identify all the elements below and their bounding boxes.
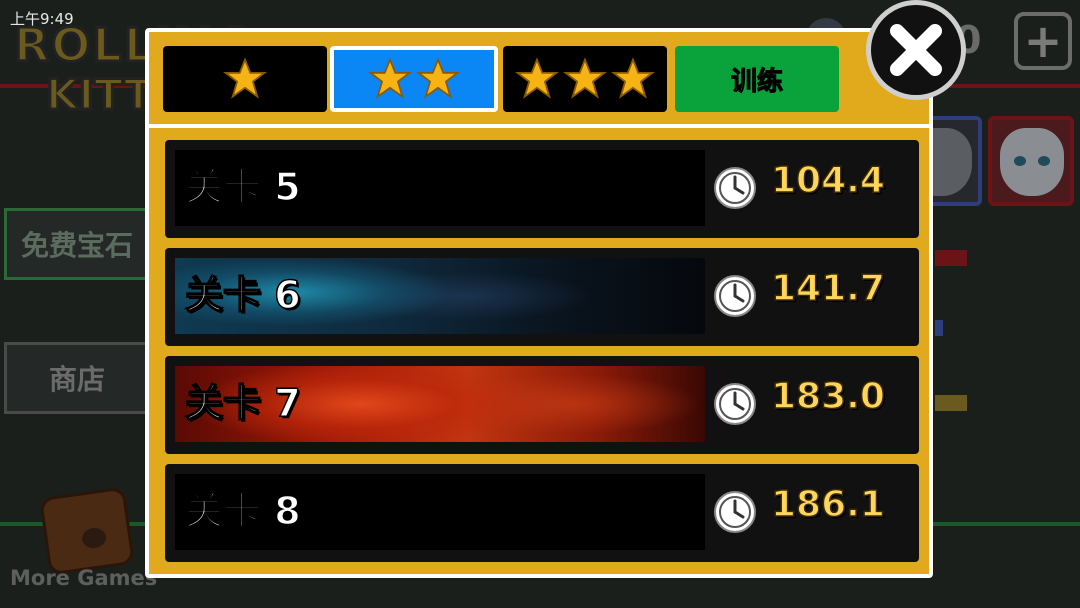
star-icon bbox=[515, 57, 559, 99]
star-icon bbox=[223, 57, 267, 99]
level-row[interactable]: 关卡 7 183.0 bbox=[165, 356, 919, 454]
status-time: 上午9:49 bbox=[10, 10, 74, 28]
tab-one-star[interactable] bbox=[163, 46, 327, 112]
stat-bar-blue bbox=[935, 320, 943, 336]
level-name: 关卡 7 bbox=[184, 380, 301, 426]
star-icon bbox=[416, 57, 460, 99]
plus-icon[interactable]: + bbox=[1014, 12, 1072, 70]
level-name: 关卡 6 bbox=[184, 272, 301, 318]
cat-eye-left bbox=[1014, 156, 1026, 166]
star-icon bbox=[611, 57, 655, 99]
star-icon bbox=[563, 57, 607, 99]
tab-two-star[interactable] bbox=[330, 46, 498, 112]
more-games-icon bbox=[38, 486, 136, 576]
free-gems-button[interactable]: 免费宝石 bbox=[4, 208, 150, 280]
more-games-button[interactable]: More Games bbox=[8, 486, 168, 592]
level-row[interactable]: 关卡 5 104.4 bbox=[165, 140, 919, 238]
level-time: 141.7 bbox=[770, 267, 885, 310]
level-row[interactable]: 关卡 8 186.1 bbox=[165, 464, 919, 562]
tab-training-label: 训练 bbox=[730, 66, 783, 97]
clock-icon bbox=[714, 491, 756, 533]
level-row[interactable]: 关卡 6 141.7 bbox=[165, 248, 919, 346]
close-icon bbox=[890, 24, 942, 76]
clock-icon bbox=[714, 167, 756, 209]
dialog-divider bbox=[149, 124, 929, 128]
more-games-label: More Games bbox=[10, 566, 158, 590]
level-time: 186.1 bbox=[770, 483, 885, 526]
cat-eye-right bbox=[1038, 156, 1050, 166]
cat-icon bbox=[1000, 128, 1064, 196]
level-time: 104.4 bbox=[770, 159, 885, 202]
level-name: 关卡 8 bbox=[184, 488, 301, 534]
stat-bar-red bbox=[935, 250, 967, 266]
close-button[interactable] bbox=[866, 0, 966, 100]
level-time: 183.0 bbox=[770, 375, 885, 418]
clock-icon bbox=[714, 383, 756, 425]
clock-icon bbox=[714, 275, 756, 317]
tab-three-star[interactable] bbox=[503, 46, 667, 112]
stat-bar-yellow bbox=[935, 395, 967, 411]
shop-button[interactable]: 商店 bbox=[4, 342, 150, 414]
star-icon bbox=[368, 57, 412, 99]
level-name: 关卡 5 bbox=[184, 164, 301, 210]
tab-training[interactable]: 训练 bbox=[675, 46, 839, 112]
cat-card-white[interactable] bbox=[988, 116, 1074, 206]
level-times-dialog: 训练 关卡 5 104.4 关卡 6 141.7 关卡 7 183.0 关卡 8… bbox=[145, 28, 933, 578]
